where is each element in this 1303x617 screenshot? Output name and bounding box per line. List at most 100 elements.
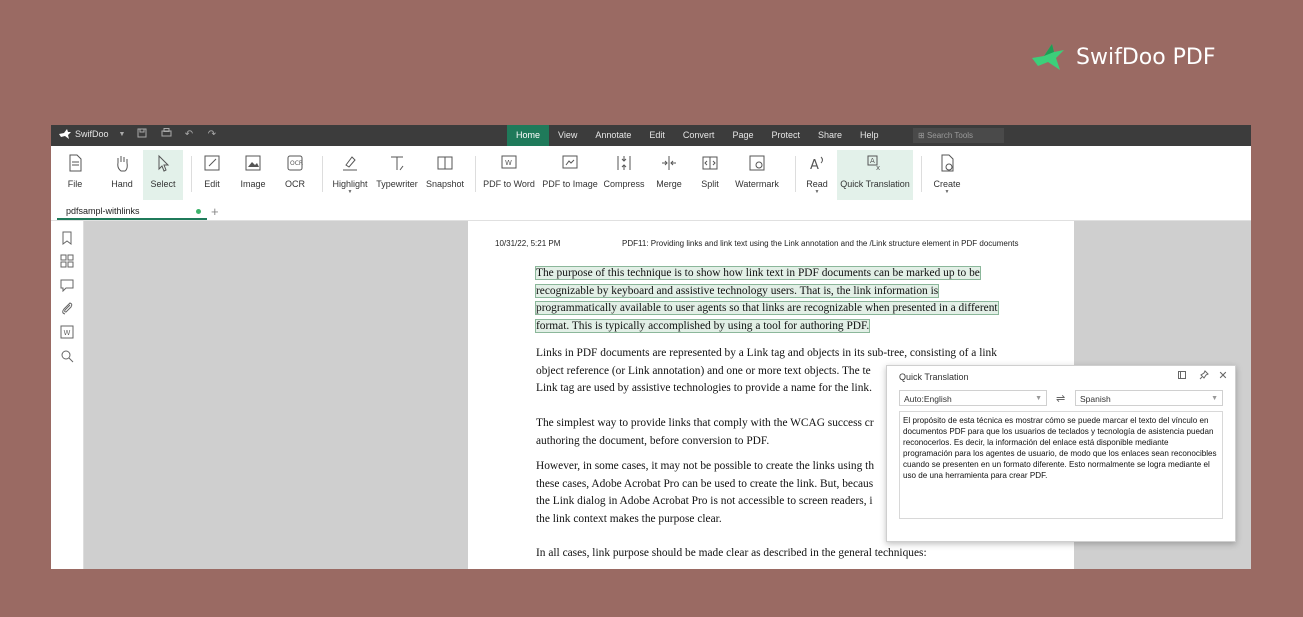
create-button[interactable]: Create ▼ xyxy=(929,150,965,200)
text-line: the link context makes the purpose clear… xyxy=(536,512,722,525)
copy-icon[interactable] xyxy=(1176,370,1188,382)
text-line: Link tag are used by assistive technolog… xyxy=(536,382,872,394)
text-line: the Link dialog in Adobe Acrobat Pro is … xyxy=(536,495,873,507)
thumbnails-icon[interactable] xyxy=(60,254,74,268)
highlighter-icon xyxy=(343,156,357,171)
search-icon[interactable] xyxy=(60,349,74,363)
redo-icon[interactable]: ↷ xyxy=(205,128,219,142)
svg-text:x: x xyxy=(876,164,880,172)
chevron-down-icon: ▼ xyxy=(814,189,820,195)
watermark-icon xyxy=(749,155,765,171)
page-header-title: PDF11: Providing links and link text usi… xyxy=(622,239,1019,248)
svg-text:A: A xyxy=(870,157,875,165)
highlighted-paragraph[interactable]: The purpose of this technique is to show… xyxy=(534,265,1024,335)
split-button[interactable]: Split xyxy=(696,150,724,200)
read-button[interactable]: A Read ▼ xyxy=(803,150,831,200)
merge-button[interactable]: Merge xyxy=(654,150,684,200)
divider xyxy=(191,156,192,192)
select-button[interactable]: Select xyxy=(143,150,183,200)
target-language-select[interactable]: Spanish ▼ xyxy=(1075,390,1223,406)
pdf-to-image-button[interactable]: PDF to Image xyxy=(541,150,599,200)
snapshot-button[interactable]: Snapshot xyxy=(424,150,466,200)
chevron-down-icon[interactable]: ▼ xyxy=(119,131,126,138)
close-icon[interactable]: ✕ xyxy=(1217,370,1229,382)
saved-status-dot xyxy=(196,209,201,214)
menu-help[interactable]: Help xyxy=(851,125,888,146)
swifdoo-logo-icon xyxy=(59,129,71,139)
watermark-label: Watermark xyxy=(735,179,779,189)
app-menu[interactable]: SwifDoo ▼ xyxy=(59,129,125,139)
attachment-icon[interactable] xyxy=(60,301,74,315)
pin-icon[interactable] xyxy=(1198,370,1210,382)
chevron-down-icon: ▼ xyxy=(944,189,950,195)
svg-text:A: A xyxy=(810,158,819,173)
menu-page[interactable]: Page xyxy=(723,125,762,146)
document-tab[interactable]: pdfsampl-withlinks xyxy=(57,203,207,220)
text-line: In all cases, link purpose should be mad… xyxy=(536,547,927,559)
word-icon[interactable]: W xyxy=(60,325,74,339)
print-icon[interactable] xyxy=(159,128,173,142)
app-name: SwifDoo xyxy=(75,129,109,139)
edit-button[interactable]: Edit xyxy=(198,150,226,200)
swap-languages-icon[interactable]: ⇌ xyxy=(1056,392,1065,405)
highlighted-line: The purpose of this technique is to show… xyxy=(535,266,981,280)
bookmark-icon[interactable] xyxy=(60,231,74,245)
image-button[interactable]: Image xyxy=(237,150,269,200)
menu-convert[interactable]: Convert xyxy=(674,125,724,146)
text-line: Links in PDF documents are represented b… xyxy=(536,347,997,359)
typewriter-button[interactable]: Typewriter xyxy=(376,150,418,200)
ocr-button[interactable]: OCR OCR xyxy=(280,150,310,200)
hand-button[interactable]: Hand xyxy=(106,150,138,200)
text-line: authoring the document, before conversio… xyxy=(536,434,770,447)
svg-text:W: W xyxy=(64,329,71,337)
image-label: Image xyxy=(240,179,266,189)
compress-button[interactable]: Compress xyxy=(603,150,645,200)
file-label: File xyxy=(67,179,83,189)
file-button[interactable]: File xyxy=(61,150,89,200)
read-aloud-icon: A xyxy=(810,156,823,173)
edit-label: Edit xyxy=(204,179,220,189)
quick-translation-button[interactable]: Ax Quick Translation xyxy=(837,150,913,200)
menu-view[interactable]: View xyxy=(549,125,586,146)
translation-output[interactable]: El propósito de esta técnica es mostrar … xyxy=(899,411,1223,519)
svg-text:OCR: OCR xyxy=(290,160,303,167)
swifdoo-bird-icon xyxy=(1032,44,1064,70)
divider xyxy=(322,156,323,192)
pdf-to-word-button[interactable]: W PDF to Word xyxy=(483,150,535,200)
hand-label: Hand xyxy=(111,179,133,189)
menu-home[interactable]: Home xyxy=(507,125,550,146)
menu-protect[interactable]: Protect xyxy=(762,125,809,146)
tools-grid-icon: ⊞ xyxy=(918,131,927,140)
source-language-value: Auto:English xyxy=(904,394,952,404)
svg-text:W: W xyxy=(505,159,512,167)
menu-share[interactable]: Share xyxy=(809,125,851,146)
pdf-to-image-label: PDF to Image xyxy=(542,179,598,189)
snapshot-icon xyxy=(437,156,453,170)
text-line: The simplest way to provide links that c… xyxy=(536,417,874,429)
save-icon[interactable] xyxy=(135,128,149,142)
new-tab-button[interactable]: + xyxy=(211,203,219,220)
undo-icon[interactable]: ↶ xyxy=(182,128,196,142)
divider xyxy=(475,156,476,192)
pdf-to-word-label: PDF to Word xyxy=(483,179,535,189)
ocr-icon: OCR xyxy=(287,155,303,171)
source-language-select[interactable]: Auto:English ▼ xyxy=(899,390,1047,406)
pdf-to-image-icon xyxy=(562,155,578,169)
comment-icon[interactable] xyxy=(60,278,74,292)
menu-annotate[interactable]: Annotate xyxy=(586,125,640,146)
highlight-label: Highlight xyxy=(332,179,368,189)
target-language-value: Spanish xyxy=(1080,394,1111,404)
highlight-button[interactable]: Highlight ▼ xyxy=(330,150,370,200)
chevron-down-icon: ▼ xyxy=(1211,395,1218,402)
typewriter-icon xyxy=(391,156,404,171)
watermark-button[interactable]: Watermark xyxy=(734,150,780,200)
menu-edit[interactable]: Edit xyxy=(640,125,674,146)
merge-label: Merge xyxy=(656,179,682,189)
document-tab-bar: pdfsampl-withlinks + xyxy=(51,203,1251,221)
quick-translation-title: Quick Translation xyxy=(899,372,969,382)
divider xyxy=(921,156,922,192)
left-sidebar: W xyxy=(51,221,84,569)
merge-icon xyxy=(662,156,676,170)
search-tools-input[interactable]: ⊞ Search Tools xyxy=(913,128,1004,143)
page-header-date: 10/31/22, 5:21 PM xyxy=(495,239,561,248)
